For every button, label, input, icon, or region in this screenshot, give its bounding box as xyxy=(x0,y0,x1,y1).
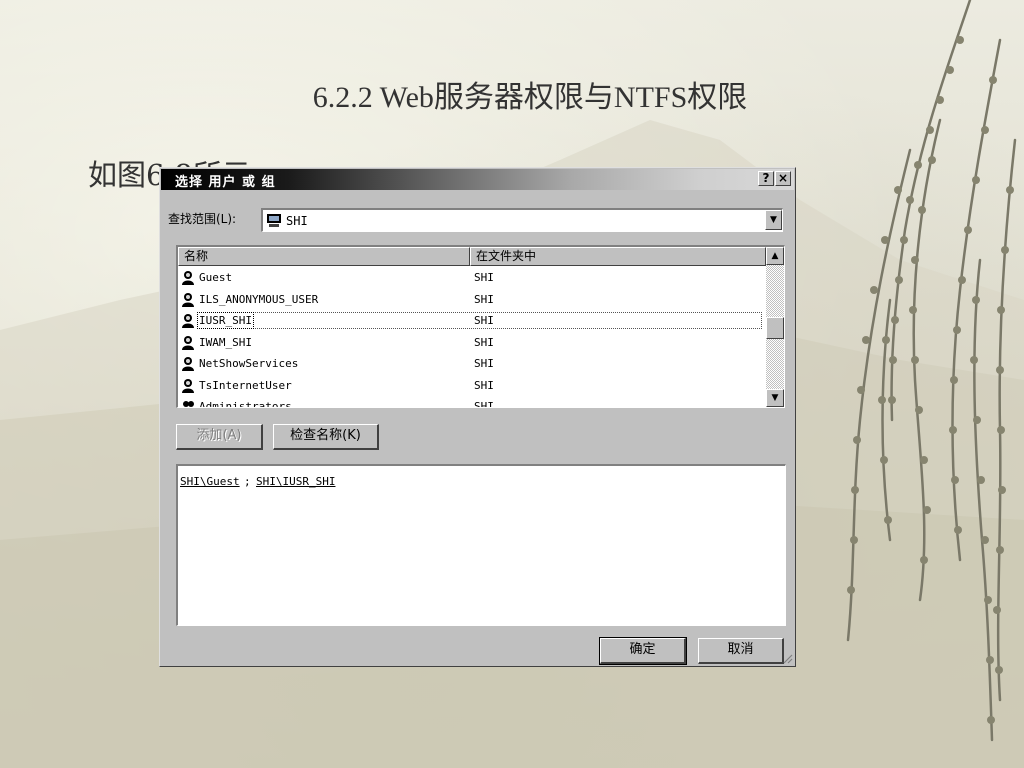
list-item-folder: SHI xyxy=(474,378,494,392)
user-icon xyxy=(182,271,194,285)
willow-branches-decoration xyxy=(846,0,1017,742)
list-item-name: NetShowServices xyxy=(199,357,299,370)
selected-name-separator: ; xyxy=(244,475,251,488)
list-item[interactable]: ILS_ANONYMOUS_USER SHI xyxy=(178,289,766,311)
users-list-view[interactable]: 名称 在文件夹中 Guest SHI ILS_ANONYMOUS_USER SH… xyxy=(176,245,785,408)
list-item[interactable]: NetShowServices SHI xyxy=(178,353,766,375)
list-item-folder: SHI xyxy=(474,357,494,370)
selected-name-entry[interactable]: SHI\IUSR_SHI xyxy=(256,475,335,488)
list-item[interactable]: IUSR_SHI SHI xyxy=(178,310,766,332)
list-item[interactable]: Administrators SHI xyxy=(178,396,766,408)
user-icon xyxy=(182,357,194,371)
column-header-folder[interactable]: 在文件夹中 xyxy=(470,247,766,266)
selected-names-textbox[interactable]: SHI\Guest ; SHI\IUSR_SHI xyxy=(176,464,786,626)
list-item-name: IUSR_SHI xyxy=(197,312,254,329)
computer-icon xyxy=(267,214,281,227)
ok-button[interactable]: 确定 xyxy=(599,637,687,665)
list-item-folder: SHI xyxy=(474,335,494,349)
dialog-title: 选择 用户 或 组 xyxy=(175,175,276,190)
list-item-folder: SHI xyxy=(474,400,494,408)
list-item-folder: SHI xyxy=(474,314,494,327)
user-icon xyxy=(182,292,194,307)
help-button[interactable]: ? xyxy=(758,171,774,186)
cancel-button[interactable]: 取消 xyxy=(698,638,784,664)
select-users-or-groups-dialog: 选择 用户 或 组 ? × 查找范围(L): SHI ▼ 名称 在文件夹中 Gu… xyxy=(159,167,796,667)
list-item-folder: SHI xyxy=(474,271,494,284)
list-header: 名称 在文件夹中 xyxy=(178,247,766,266)
user-icon xyxy=(182,378,194,393)
list-item[interactable]: Guest SHI xyxy=(178,267,766,289)
scroll-down-arrow-icon[interactable]: ▼ xyxy=(766,389,784,407)
list-item-name: ILS_ANONYMOUS_USER xyxy=(199,292,319,306)
resize-grip-icon[interactable] xyxy=(783,654,793,664)
column-header-name[interactable]: 名称 xyxy=(178,247,470,266)
look-in-dropdown[interactable]: SHI ▼ xyxy=(261,208,783,232)
check-names-button[interactable]: 检查名称(K) xyxy=(273,424,379,450)
list-item-name: Administrators xyxy=(199,400,292,408)
look-in-value: SHI xyxy=(286,214,308,228)
user-icon xyxy=(182,335,194,350)
list-item-folder: SHI xyxy=(474,292,494,306)
group-icon xyxy=(183,401,194,407)
list-rows: Guest SHI ILS_ANONYMOUS_USER SHI IUSR_SH… xyxy=(178,267,766,408)
list-item-name: Guest xyxy=(199,271,233,284)
list-item[interactable]: TsInternetUser SHI xyxy=(178,375,766,397)
list-item-name: IWAM_SHI xyxy=(199,335,252,349)
add-button[interactable]: 添加(A) xyxy=(176,424,263,450)
scroll-up-arrow-icon[interactable]: ▲ xyxy=(766,247,784,265)
list-scrollbar[interactable]: ▲ ▼ xyxy=(766,247,784,407)
dialog-titlebar[interactable]: 选择 用户 或 组 ? × xyxy=(161,169,794,190)
selected-name-entry[interactable]: SHI\Guest xyxy=(180,475,240,488)
chevron-down-icon[interactable]: ▼ xyxy=(765,210,782,230)
scrollbar-thumb[interactable] xyxy=(766,317,784,339)
close-button[interactable]: × xyxy=(775,171,791,186)
look-in-label: 查找范围(L): xyxy=(168,212,237,226)
user-icon xyxy=(182,314,194,328)
list-item[interactable]: IWAM_SHI SHI xyxy=(178,332,766,354)
list-item-name: TsInternetUser xyxy=(199,378,292,392)
